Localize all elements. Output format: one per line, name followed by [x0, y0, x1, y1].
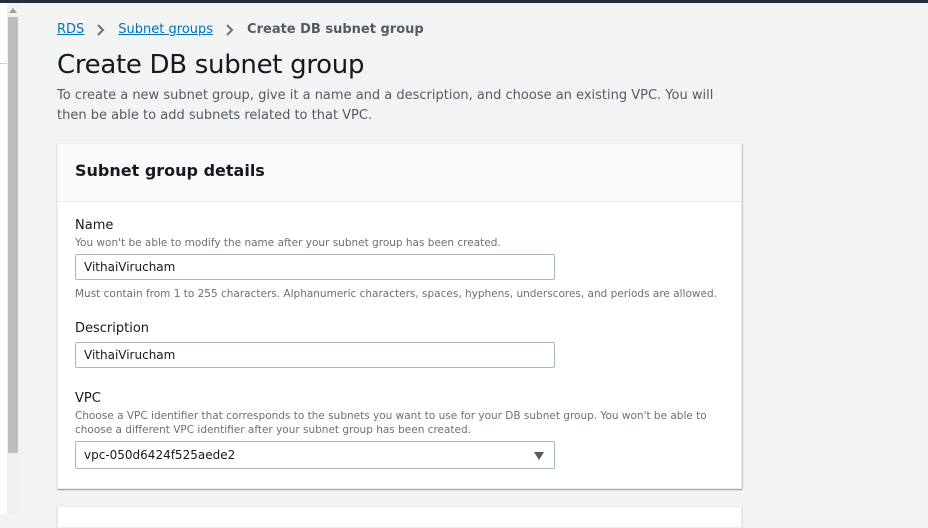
name-constraint-text: Must contain from 1 to 255 characters. A… — [75, 288, 717, 300]
subnet-group-details-panel: Subnet group details Name You won't be a… — [57, 143, 742, 489]
top-navigation-bar — [0, 0, 928, 3]
vpc-label: VPC — [75, 391, 101, 406]
vpc-select-value: vpc-050d6424f525aede2 — [84, 448, 236, 462]
description-label: Description — [75, 321, 150, 336]
next-panel — [57, 506, 742, 528]
breadcrumb: RDS Subnet groups Create DB subnet group — [57, 22, 424, 37]
name-label: Name — [75, 218, 114, 233]
chevron-right-icon — [97, 23, 105, 36]
page-description: To create a new subnet group, give it a … — [57, 88, 714, 123]
vpc-hint: Choose a VPC identifier that corresponds… — [75, 410, 707, 436]
breadcrumb-current-page: Create DB subnet group — [247, 22, 424, 37]
vpc-select[interactable]: vpc-050d6424f525aede2 — [75, 441, 555, 469]
caret-down-icon — [534, 452, 544, 460]
side-navigation-divider — [0, 63, 7, 64]
breadcrumb-rds-link[interactable]: RDS — [57, 22, 84, 37]
chevron-right-icon — [226, 23, 234, 36]
description-input[interactable] — [75, 342, 555, 368]
panel-title: Subnet group details — [75, 161, 265, 180]
scrollbar[interactable] — [7, 3, 19, 514]
scrollbar-thumb[interactable] — [8, 17, 18, 453]
name-input[interactable] — [75, 254, 555, 280]
scroll-up-arrow-icon[interactable] — [9, 8, 17, 13]
breadcrumb-subnet-groups-link[interactable]: Subnet groups — [118, 22, 213, 37]
panel-header: Subnet group details — [58, 144, 741, 202]
name-hint: You won't be able to modify the name aft… — [75, 237, 501, 249]
page-title: Create DB subnet group — [57, 50, 365, 80]
